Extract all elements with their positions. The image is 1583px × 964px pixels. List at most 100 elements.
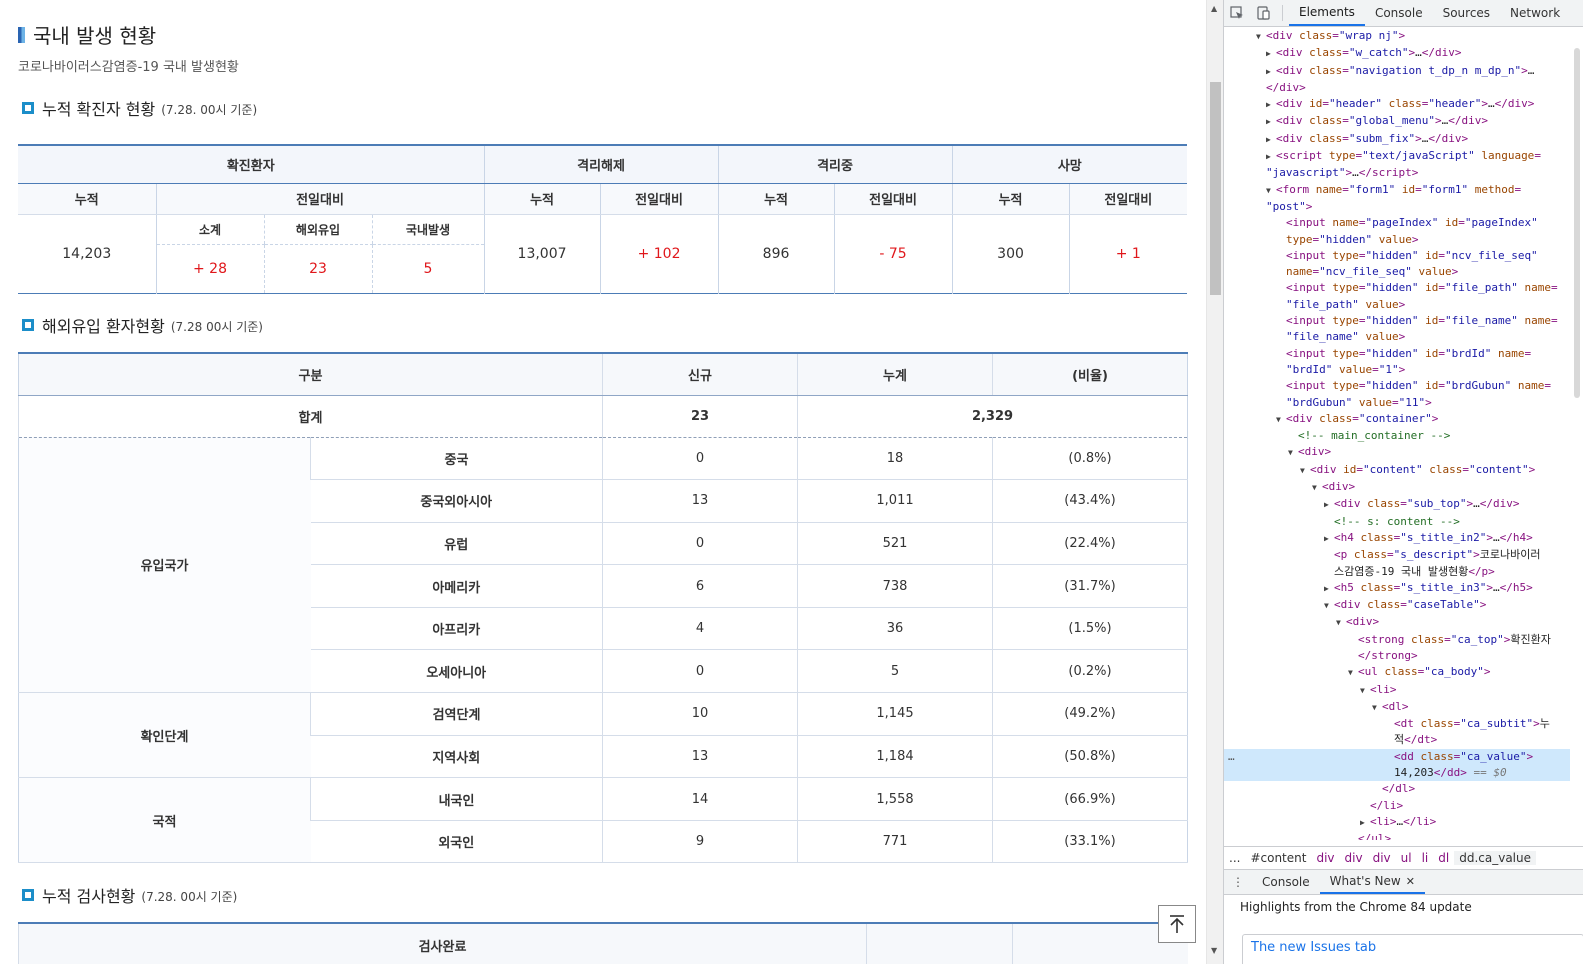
dom-line[interactable]: <strong class="ca_top">확진환자 bbox=[1224, 632, 1570, 648]
confirmed-imported: 23 bbox=[263, 244, 372, 293]
dom-line[interactable]: 스감염증-19 국내 발생현황</p> bbox=[1224, 564, 1570, 580]
dom-line[interactable]: ▶ <div class="w_catch">…</div> bbox=[1224, 45, 1570, 62]
dom-line[interactable]: ▶ <div class="navigation t_dp_n m_dp_n">… bbox=[1224, 63, 1570, 80]
dom-line[interactable]: ▶ <h4 class="s_title_in2">…</h4> bbox=[1224, 530, 1570, 547]
dom-line[interactable]: ▼ <div> bbox=[1224, 479, 1570, 496]
dom-line-selected[interactable]: … <dd class="ca_value"> bbox=[1224, 748, 1570, 766]
tab-network[interactable]: Network bbox=[1500, 0, 1570, 26]
section-box-icon bbox=[22, 102, 34, 114]
breadcrumb-item[interactable]: ... bbox=[1224, 851, 1245, 865]
dom-line[interactable]: ▼ <div> bbox=[1224, 444, 1570, 461]
drawer-tab-console[interactable]: Console bbox=[1252, 870, 1320, 894]
dom-line[interactable]: ▼ <div class="caseTable"> bbox=[1224, 597, 1570, 614]
scroll-top-button[interactable] bbox=[1158, 905, 1196, 943]
released-total: 13,007 bbox=[483, 214, 601, 293]
dom-line[interactable]: </dl> bbox=[1224, 781, 1570, 797]
dom-scrollbar[interactable] bbox=[1570, 28, 1583, 840]
page-scrollbar[interactable]: ▲ ▼ bbox=[1206, 0, 1223, 964]
row-label: 오세아니아 bbox=[310, 649, 603, 694]
dom-line[interactable]: <!-- main_container --> bbox=[1224, 428, 1570, 444]
dom-line[interactable]: "brdId" value="1"> bbox=[1224, 362, 1570, 378]
dom-line[interactable]: <input type="hidden" id="ncv_file_seq" bbox=[1224, 248, 1570, 264]
dom-line[interactable]: ▶ <li>…</li> bbox=[1224, 814, 1570, 831]
row-label: 검역단계 bbox=[309, 692, 603, 736]
breadcrumb-item-current[interactable]: dd.ca_value bbox=[1454, 850, 1536, 865]
row-total: 36 bbox=[797, 607, 993, 651]
dom-line[interactable]: "file_path" value> bbox=[1224, 297, 1570, 313]
dom-line[interactable]: </div> bbox=[1224, 80, 1570, 96]
whats-new-card-title[interactable]: The new Issues tab bbox=[1251, 940, 1376, 955]
row-label: 지역사회 bbox=[310, 735, 603, 779]
dom-line[interactable]: <input type="hidden" id="file_name" name… bbox=[1224, 313, 1570, 329]
dom-line[interactable]: ▶ <div class="subm_fix">…</div> bbox=[1224, 131, 1570, 148]
close-icon[interactable]: ✕ bbox=[1406, 875, 1415, 888]
tests-table: 검사완료 bbox=[18, 922, 1188, 964]
page-scrollbar-thumb[interactable] bbox=[1210, 82, 1221, 295]
dom-line[interactable]: ▼ <div class="wrap nj"> bbox=[1224, 28, 1570, 45]
dom-line[interactable]: ▶ <script type="text/javaScript" language… bbox=[1224, 148, 1570, 165]
sum-label: 합계 bbox=[17, 395, 603, 438]
breadcrumb-item[interactable]: div bbox=[1368, 851, 1396, 865]
dom-line[interactable]: "file_name" value> bbox=[1224, 329, 1570, 345]
dom-line[interactable]: "javascript">…</script> bbox=[1224, 165, 1570, 181]
row-label: 유럽 bbox=[310, 522, 603, 566]
dom-line[interactable]: </li> bbox=[1224, 798, 1570, 814]
sum-new: 23 bbox=[602, 395, 798, 438]
dom-line[interactable]: ▼ <form name="form1" id="form1" method= bbox=[1224, 182, 1570, 199]
row-new: 6 bbox=[602, 564, 798, 608]
dom-line[interactable]: ▼ <dl> bbox=[1224, 699, 1570, 716]
dom-line[interactable]: ▼ <ul class="ca_body"> bbox=[1224, 664, 1570, 681]
drawer-tab-whats-new[interactable]: What's New ✕ bbox=[1319, 870, 1425, 894]
dom-line[interactable]: <input type="hidden" id="brdGubun" name= bbox=[1224, 378, 1570, 394]
dom-line[interactable]: ▶ <h5 class="s_title_in3">…</h5> bbox=[1224, 580, 1570, 597]
dom-line[interactable]: ▶ <div class="sub_top">…</div> bbox=[1224, 496, 1570, 513]
breadcrumb: ... #content div div div ul li dl dd.ca_… bbox=[1224, 846, 1583, 868]
dom-line[interactable]: name="ncv_file_seq" value> bbox=[1224, 264, 1570, 280]
dom-line[interactable]: "post"> bbox=[1224, 199, 1570, 215]
whats-new-card[interactable]: The new Issues tab bbox=[1242, 934, 1583, 964]
header-cumulative: 누적 bbox=[951, 183, 1070, 215]
dom-line[interactable]: <input name="pageIndex" id="pageIndex" bbox=[1224, 215, 1570, 231]
tab-elements[interactable]: Elements bbox=[1289, 0, 1365, 26]
header-cumulative: 누적 bbox=[18, 183, 156, 215]
scroll-down-arrow-icon[interactable]: ▼ bbox=[1211, 946, 1217, 955]
header-empty bbox=[866, 923, 1013, 964]
breadcrumb-item[interactable]: div bbox=[1311, 851, 1339, 865]
deaths-diff: + 1 bbox=[1068, 214, 1188, 293]
dom-line[interactable]: ▶ <div class="global_menu">…</div> bbox=[1224, 113, 1570, 130]
dom-line[interactable]: <!-- s: content --> bbox=[1224, 514, 1570, 530]
deaths-total: 300 bbox=[951, 214, 1070, 293]
breadcrumb-item[interactable]: #content bbox=[1245, 851, 1311, 865]
dom-scrollbar-thumb[interactable] bbox=[1574, 48, 1580, 398]
dom-line[interactable]: </strong> bbox=[1224, 648, 1570, 664]
dom-line[interactable]: ▼ <div> bbox=[1224, 614, 1570, 631]
breadcrumb-item[interactable]: li bbox=[1417, 851, 1434, 865]
breadcrumb-item[interactable]: ul bbox=[1396, 851, 1417, 865]
dom-line[interactable]: "brdGubun" value="11"> bbox=[1224, 395, 1570, 411]
dom-line[interactable]: ▶ <div id="header" class="header">…</div> bbox=[1224, 96, 1570, 113]
breadcrumb-item[interactable]: dl bbox=[1433, 851, 1454, 865]
dom-line[interactable]: ▼ <div id="content" class="content"> bbox=[1224, 462, 1570, 479]
section-title-cumulative: 누적 확진자 현황 (7.28. 00시 기준) bbox=[22, 96, 257, 120]
row-label: 아메리카 bbox=[310, 564, 603, 608]
dom-line[interactable]: </ul> bbox=[1224, 831, 1570, 840]
dom-line[interactable]: <dt class="ca_subtit">누 bbox=[1224, 716, 1570, 732]
dom-line[interactable]: <input type="hidden" id="brdId" name= bbox=[1224, 346, 1570, 362]
dom-line[interactable]: <p class="s_descript">코로나바이러 bbox=[1224, 547, 1570, 563]
row-total: 18 bbox=[797, 437, 993, 481]
row-ratio: (43.4%) bbox=[992, 479, 1188, 523]
inspect-button[interactable] bbox=[1224, 0, 1250, 26]
dom-line[interactable]: type="hidden" value> bbox=[1224, 232, 1570, 248]
dom-line[interactable]: ▼ <li> bbox=[1224, 682, 1570, 699]
dom-line[interactable]: ▼ <div class="container"> bbox=[1224, 411, 1570, 428]
dom-line[interactable]: 적</dt> bbox=[1224, 732, 1570, 748]
scroll-up-arrow-icon[interactable]: ▲ bbox=[1211, 4, 1217, 13]
device-toggle-button[interactable] bbox=[1250, 0, 1276, 26]
breadcrumb-item[interactable]: div bbox=[1340, 851, 1368, 865]
drawer-menu-button[interactable]: ⋮ bbox=[1224, 870, 1252, 894]
row-ratio: (49.2%) bbox=[992, 692, 1188, 736]
tab-sources[interactable]: Sources bbox=[1433, 0, 1500, 26]
dom-line[interactable]: <input type="hidden" id="file_path" name… bbox=[1224, 280, 1570, 296]
tab-console[interactable]: Console bbox=[1365, 0, 1433, 26]
dom-line-selected[interactable]: 14,203</dd> == $0 bbox=[1224, 765, 1570, 782]
